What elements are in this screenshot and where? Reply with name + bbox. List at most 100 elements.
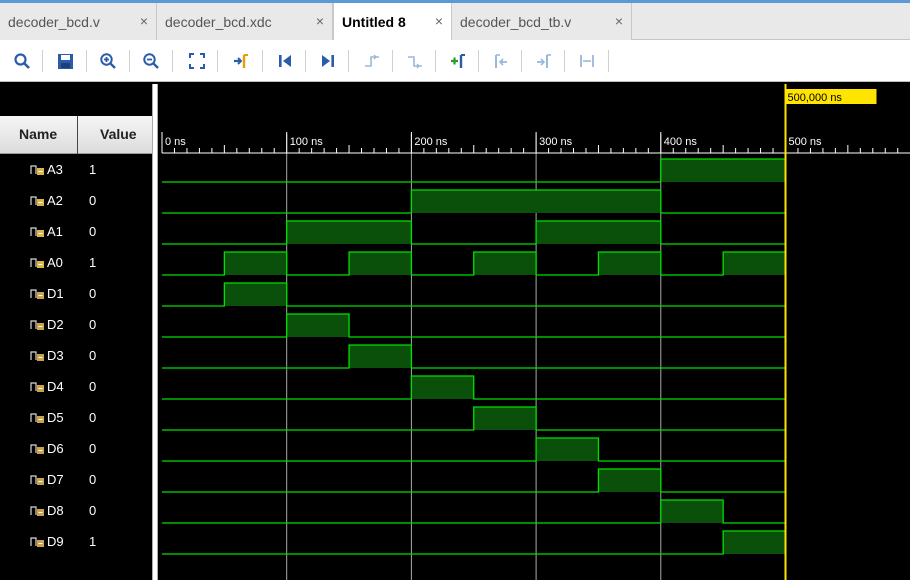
waveform-high-region xyxy=(411,190,661,213)
waveform-background xyxy=(158,84,910,580)
previous-marker-icon[interactable] xyxy=(489,49,513,73)
waveform-high-region xyxy=(411,376,474,399)
signal-name: D4 xyxy=(47,379,64,394)
name-column-header[interactable]: Name xyxy=(19,126,57,142)
toolbar-separator xyxy=(262,50,263,72)
signal-value: 0 xyxy=(89,317,97,332)
zoom-in-icon[interactable] xyxy=(96,49,120,73)
signal-row-d9[interactable]: D9 1 xyxy=(0,526,152,557)
go-to-cursor-icon[interactable] xyxy=(229,49,253,73)
column-header: Name Value xyxy=(0,116,152,154)
waveform-high-region xyxy=(473,252,537,275)
zoom-fit-icon[interactable] xyxy=(185,49,209,73)
signal-row-d6[interactable]: D6 0 xyxy=(0,433,152,464)
previous-transition-icon[interactable] xyxy=(360,49,384,73)
toolbar-separator xyxy=(42,50,43,72)
go-to-end-icon[interactable] xyxy=(316,49,340,73)
signal-row-d5[interactable]: D5 0 xyxy=(0,402,152,433)
signal-value: 0 xyxy=(89,348,97,363)
zoom-out-icon[interactable] xyxy=(139,49,163,73)
signal-row-a1[interactable]: A1 0 xyxy=(0,216,152,247)
signal-value: 0 xyxy=(89,410,97,425)
close-icon[interactable]: × xyxy=(435,13,443,29)
output-signal-icon xyxy=(30,382,44,392)
tab-label: decoder_bcd_tb.v xyxy=(460,13,572,30)
signal-row-a0[interactable]: A0 1 xyxy=(0,247,152,278)
signal-value: 0 xyxy=(89,472,97,487)
output-signal-icon xyxy=(30,351,44,361)
ruler-label: 200 ns xyxy=(414,136,448,148)
signal-name: D6 xyxy=(47,441,64,456)
output-signal-icon xyxy=(30,537,44,547)
signal-row-a2[interactable]: A2 0 xyxy=(0,185,152,216)
search-icon[interactable] xyxy=(10,49,34,73)
signal-name: D8 xyxy=(47,503,64,518)
next-marker-icon[interactable] xyxy=(532,49,556,73)
go-to-start-icon[interactable] xyxy=(273,49,297,73)
signal-value: 0 xyxy=(89,441,97,456)
close-icon[interactable]: × xyxy=(140,13,148,29)
signal-row-d1[interactable]: D1 0 xyxy=(0,278,152,309)
add-marker-icon[interactable] xyxy=(446,49,470,73)
toolbar-separator xyxy=(478,50,479,72)
waveform-high-region xyxy=(723,252,786,275)
signal-value: 1 xyxy=(89,162,97,177)
names-panel-header xyxy=(0,84,152,116)
toolbar-separator xyxy=(392,50,393,72)
signal-row-d7[interactable]: D7 0 xyxy=(0,464,152,495)
signal-row-a3[interactable]: A3 1 xyxy=(0,154,152,185)
waveform-high-region xyxy=(536,438,599,461)
toolbar-separator xyxy=(435,50,436,72)
signal-row-d2[interactable]: D2 0 xyxy=(0,309,152,340)
signal-row-d8[interactable]: D8 0 xyxy=(0,495,152,526)
ruler-label: 300 ns xyxy=(539,136,573,148)
signal-name: A1 xyxy=(47,224,63,239)
signal-row-d4[interactable]: D4 0 xyxy=(0,371,152,402)
input-signal-icon xyxy=(30,196,44,206)
toolbar-separator xyxy=(305,50,306,72)
toolbar-separator xyxy=(348,50,349,72)
ruler-label: 0 ns xyxy=(165,136,186,148)
signal-name: D9 xyxy=(47,534,64,549)
input-signal-icon xyxy=(30,258,44,268)
value-column-header[interactable]: Value xyxy=(100,126,137,142)
signal-value: 0 xyxy=(89,379,97,394)
waveform-high-region xyxy=(473,407,537,430)
save-icon[interactable] xyxy=(53,49,77,73)
close-icon[interactable]: × xyxy=(615,13,623,29)
output-signal-icon xyxy=(30,320,44,330)
signal-value: 0 xyxy=(89,286,97,301)
waveform-high-region xyxy=(536,221,661,244)
signal-name: D7 xyxy=(47,472,64,487)
signal-name: A2 xyxy=(47,193,63,208)
signal-list: A3 1 A2 0 A1 0 A0 1 D1 0 D2 0 D3 0 D4 0 D5 0 D6 0 D7 0 D8 0 D9 1 xyxy=(0,154,152,580)
signal-name: A3 xyxy=(47,162,63,177)
input-signal-icon xyxy=(30,165,44,175)
waveform-high-region xyxy=(349,345,412,368)
tab-untitled-8[interactable]: Untitled 8 × xyxy=(333,3,452,40)
signal-row-d3[interactable]: D3 0 xyxy=(0,340,152,371)
tab-decoder-bcd-xdc[interactable]: decoder_bcd.xdc × xyxy=(157,3,333,40)
ruler-label: 500 ns xyxy=(789,136,823,148)
close-icon[interactable]: × xyxy=(316,13,324,29)
signal-name: D5 xyxy=(47,410,64,425)
cursor-time-label: 500,000 ns xyxy=(788,92,843,104)
toolbar-separator xyxy=(217,50,218,72)
swap-cursors-icon[interactable] xyxy=(575,49,599,73)
tab-decoder-bcd-v[interactable]: decoder_bcd.v × xyxy=(0,3,157,40)
editor-tab-bar: decoder_bcd.v × decoder_bcd.xdc × Untitl… xyxy=(0,0,910,40)
ruler-label: 100 ns xyxy=(290,136,324,148)
waveform-high-region xyxy=(349,252,412,275)
output-signal-icon xyxy=(30,413,44,423)
tab-decoder-bcd-tb-v[interactable]: decoder_bcd_tb.v × xyxy=(452,3,632,40)
next-transition-icon[interactable] xyxy=(403,49,427,73)
signal-name: D2 xyxy=(47,317,64,332)
toolbar-separator xyxy=(129,50,130,72)
signal-value: 0 xyxy=(89,224,97,239)
output-signal-icon xyxy=(30,506,44,516)
waveform-high-region xyxy=(660,159,786,182)
waveform-view[interactable]: 0 ns 100 ns 200 ns 300 ns 400 ns 500 ns 500,00… xyxy=(158,84,910,580)
waveform-high-region xyxy=(286,221,412,244)
toolbar-separator xyxy=(564,50,565,72)
output-signal-icon xyxy=(30,289,44,299)
